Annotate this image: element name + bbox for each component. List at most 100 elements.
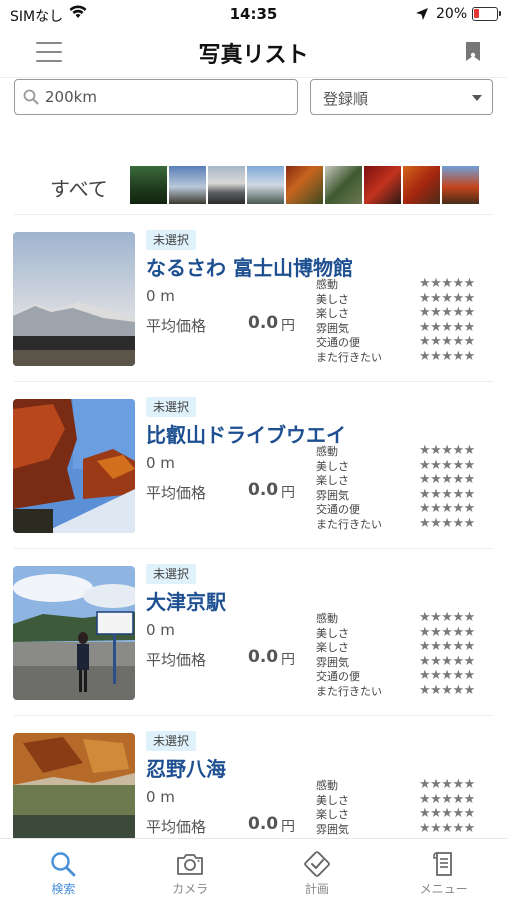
rating-label: 感動 xyxy=(316,612,338,625)
filter-thumbnail[interactable] xyxy=(169,166,206,204)
tab-label: 検索 xyxy=(51,882,76,896)
filter-thumbnail[interactable] xyxy=(442,166,479,204)
rating-label: 楽しさ xyxy=(316,307,349,321)
rating-label: 交通の便 xyxy=(316,503,360,517)
price-value: 0.0 xyxy=(248,647,279,667)
star-rating[interactable]: ★★★★★ xyxy=(419,335,475,349)
item-photo[interactable] xyxy=(13,232,135,366)
rating-list: 感動 ★★★★★ 美しさ ★★★★★ 楽しさ ★★★★★ 雰囲気 ★★★★★ xyxy=(316,778,496,837)
star-rating[interactable]: ★★★★★ xyxy=(419,640,475,654)
star-rating[interactable]: ★★★★★ xyxy=(419,654,475,669)
list-item[interactable]: 未選択 比叡山ドライブウエイ 0 m 平均価格 0.0 円 感動 ★★★★★ 美し… xyxy=(0,383,507,549)
search-icon xyxy=(23,89,39,105)
search-icon xyxy=(51,852,76,877)
rating-label: 感動 xyxy=(316,278,338,291)
star-rating[interactable]: ★★★★★ xyxy=(419,306,475,320)
filter-thumbnail[interactable] xyxy=(247,166,284,204)
star-rating[interactable]: ★★★★★ xyxy=(419,349,475,364)
search-input[interactable] xyxy=(45,83,285,111)
item-title[interactable]: 大津京駅 xyxy=(146,586,226,615)
rating-label: 美しさ xyxy=(316,292,349,306)
tab-label: カメラ xyxy=(172,882,209,896)
star-rating[interactable]: ★★★★★ xyxy=(419,611,475,625)
rating-label: 感動 xyxy=(316,445,338,458)
star-rating[interactable]: ★★★★★ xyxy=(419,821,475,836)
star-rating[interactable]: ★★★★★ xyxy=(419,473,475,487)
star-rating[interactable]: ★★★★★ xyxy=(419,458,475,473)
tab-search[interactable]: 検索 xyxy=(0,839,127,900)
item-photo[interactable] xyxy=(13,399,135,533)
star-rating[interactable]: ★★★★★ xyxy=(419,444,475,458)
filter-thumbnail[interactable] xyxy=(208,166,245,204)
tab-camera[interactable]: カメラ xyxy=(127,839,254,900)
star-rating[interactable]: ★★★★★ xyxy=(419,320,475,335)
bookmark-icon[interactable] xyxy=(464,41,482,63)
price-value: 0.0 xyxy=(248,814,279,834)
price-label: 平均価格 xyxy=(146,484,207,502)
star-rating[interactable]: ★★★★★ xyxy=(419,502,475,516)
camera-icon xyxy=(177,854,204,875)
nav-bar: 写真リスト xyxy=(0,30,507,78)
filter-thumbnail[interactable] xyxy=(364,166,401,204)
rating-row: また行きたい ★★★★★ xyxy=(316,349,496,366)
divider xyxy=(14,381,493,382)
battery-icon xyxy=(472,7,501,21)
rating-label: また行きたい xyxy=(316,517,382,531)
filter-thumbnail[interactable] xyxy=(403,166,440,204)
tab-plan[interactable]: 計画 xyxy=(254,839,381,900)
filter-thumbnails xyxy=(130,166,482,204)
filter-thumbnail[interactable] xyxy=(130,166,167,204)
sort-select[interactable]: 登録順 xyxy=(310,79,493,115)
item-title[interactable]: 忍野八海 xyxy=(146,753,226,782)
sort-selected-value: 登録順 xyxy=(323,90,369,108)
page-title: 写真リスト xyxy=(198,43,309,68)
rating-label: 雰囲気 xyxy=(316,321,349,335)
tab-bar: 検索 カメラ 計画 メニュー xyxy=(0,838,507,900)
price-value: 0.0 xyxy=(248,480,279,500)
price-label: 平均価格 xyxy=(146,317,207,335)
rating-label: また行きたい xyxy=(316,350,382,364)
star-rating[interactable]: ★★★★★ xyxy=(419,291,475,306)
item-photo[interactable] xyxy=(13,566,135,700)
location-arrow-icon xyxy=(416,8,428,20)
star-rating[interactable]: ★★★★★ xyxy=(419,669,475,683)
chevron-down-icon xyxy=(472,95,482,101)
rating-label: 美しさ xyxy=(316,626,349,640)
star-rating[interactable]: ★★★★★ xyxy=(419,683,475,698)
star-rating[interactable]: ★★★★★ xyxy=(419,625,475,640)
battery-percent: 20% xyxy=(436,6,468,22)
rating-label: 交通の便 xyxy=(316,670,360,684)
star-rating[interactable]: ★★★★★ xyxy=(419,807,475,821)
star-rating[interactable]: ★★★★★ xyxy=(419,792,475,807)
item-distance: 0 m xyxy=(146,454,175,472)
status-badge: 未選択 xyxy=(146,230,197,250)
price-label: 平均価格 xyxy=(146,818,207,836)
price-unit: 円 xyxy=(281,318,295,334)
search-box xyxy=(14,79,298,115)
price-unit: 円 xyxy=(281,485,295,501)
divider xyxy=(14,715,493,716)
filter-all-button[interactable]: すべて xyxy=(50,173,108,202)
item-title[interactable]: なるさわ 富士山博物館 xyxy=(146,252,353,281)
menu-doc-icon xyxy=(432,852,452,876)
rating-label: 楽しさ xyxy=(316,474,349,488)
rating-label: 雰囲気 xyxy=(316,822,349,836)
rating-label: また行きたい xyxy=(316,684,382,698)
filter-thumbnail[interactable] xyxy=(325,166,362,204)
star-rating[interactable]: ★★★★★ xyxy=(419,516,475,531)
item-distance: 0 m xyxy=(146,621,175,639)
tab-label: 計画 xyxy=(304,882,329,896)
rating-list: 感動 ★★★★★ 美しさ ★★★★★ 楽しさ ★★★★★ 雰囲気 ★★★★★ 交通の便 ★… xyxy=(316,277,496,366)
tab-label: メニュー xyxy=(419,882,468,896)
filter-thumbnail[interactable] xyxy=(286,166,323,204)
list-item[interactable]: 未選択 なるさわ 富士山博物館 0 m 平均価格 0.0 円 感動 ★★★★★ 美… xyxy=(0,216,507,382)
star-rating[interactable]: ★★★★★ xyxy=(419,277,475,291)
star-rating[interactable]: ★★★★★ xyxy=(419,487,475,502)
star-rating[interactable]: ★★★★★ xyxy=(419,778,475,792)
tab-menu[interactable]: メニュー xyxy=(380,839,507,900)
item-title[interactable]: 比叡山ドライブウエイ xyxy=(146,419,346,448)
list-item[interactable]: 未選択 大津京駅 0 m 平均価格 0.0 円 感動 ★★★★★ 美しさ ★★★★★… xyxy=(0,550,507,716)
status-badge: 未選択 xyxy=(146,564,197,584)
item-distance: 0 m xyxy=(146,287,175,305)
rating-label: 交通の便 xyxy=(316,336,360,350)
